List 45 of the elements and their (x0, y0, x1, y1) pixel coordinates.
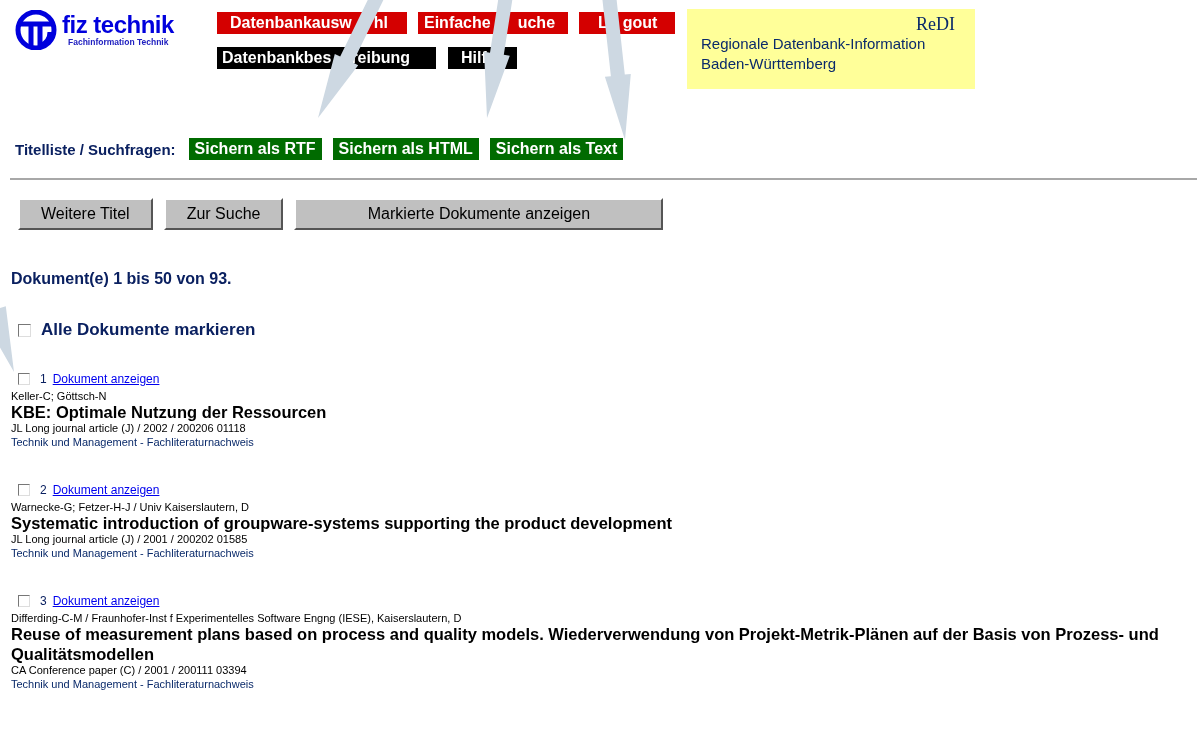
result-meta: JL Long journal article (J) / 2002 / 200206 01118 (11, 422, 247, 434)
checkbox[interactable] (18, 323, 31, 337)
checkbox[interactable] (18, 595, 30, 607)
result-source: Technik und Management - Fachliteraturnachweis (11, 547, 255, 559)
result-number: 3 (40, 594, 47, 608)
result-meta: JL Long journal article (J) / 2001 / 200202 01585 (11, 533, 249, 545)
logo-emblem-icon (14, 10, 58, 50)
nav-link-text[interactable]: uche (517, 12, 556, 34)
result-number: 2 (40, 483, 47, 497)
result-number: 1 (40, 372, 47, 386)
action-button[interactable]: Weitere Titel (18, 198, 153, 230)
document-link[interactable]: Dokument anzeigen (52, 483, 160, 497)
document-link[interactable]: Dokument anzeigen (52, 372, 160, 386)
logo-tagline: Fachinformation Technik (68, 37, 170, 47)
save-label: Titelliste / Suchfragen: (15, 140, 176, 158)
document-link[interactable]: Dokument anzeigen (52, 594, 160, 608)
nav-link-text[interactable]: gout (622, 12, 658, 34)
logo-name: fiz technik (62, 13, 174, 37)
result-authors: Warnecke-G; Fetzer-H-J / Univ Kaiserslautern, D (11, 501, 250, 513)
result-title: Reuse of measurement plans based on process and quality models. Wiederverwendung von Projekt-Metrik-Plänen auf der Basis von Prozess- und Qualitätsmodellen (11, 624, 1160, 664)
save-button[interactable]: Sichern als HTML (332, 138, 479, 160)
action-button[interactable]: Markierte Dokumente anzeigen (294, 198, 664, 230)
info-text: Baden-Württemberg (701, 54, 838, 74)
info-text: Regionale Datenbank-Information (701, 34, 927, 54)
result-source: Technik und Management - Fachliteraturnachweis (11, 436, 255, 448)
result-authors: Keller-C; Göttsch-N (11, 390, 108, 402)
nav-link[interactable]: Einfache uche (418, 12, 568, 34)
checkbox[interactable] (18, 484, 30, 496)
result-meta: CA Conference paper (C) / 2001 / 200111 03394 (11, 664, 248, 676)
result-title: Systematic introduction of groupware-systems supporting the product development (11, 513, 673, 533)
info-title: ReDI (916, 14, 955, 34)
checkbox[interactable] (18, 373, 30, 385)
nav-link[interactable]: Datenbankausw hl (217, 12, 407, 34)
result-title: KBE: Optimale Nutzung der Ressourcen (11, 402, 328, 422)
nav-link-text[interactable]: Datenbankbes (222, 47, 332, 69)
result-authors: Differding-C-M / Fraunhofer-Inst f Experimentelles Software Engng (IESE), Kaiserslautern, D (11, 612, 463, 624)
nav-link-text[interactable]: Einfache (424, 12, 491, 34)
result-count: Dokument(e) 1 bis 50 von 93. (11, 270, 233, 288)
save-button[interactable]: Sichern als RTF (188, 138, 322, 160)
select-all-label: Alle Dokumente markieren (41, 320, 256, 340)
save-button[interactable]: Sichern als Text (489, 138, 624, 160)
result-source: Technik und Management - Fachliteraturnachweis (11, 678, 255, 690)
action-button[interactable]: Zur Suche (163, 198, 284, 230)
nav-link-text[interactable]: hl (373, 12, 389, 34)
nav-link-text[interactable]: Datenbankausw (230, 12, 352, 34)
